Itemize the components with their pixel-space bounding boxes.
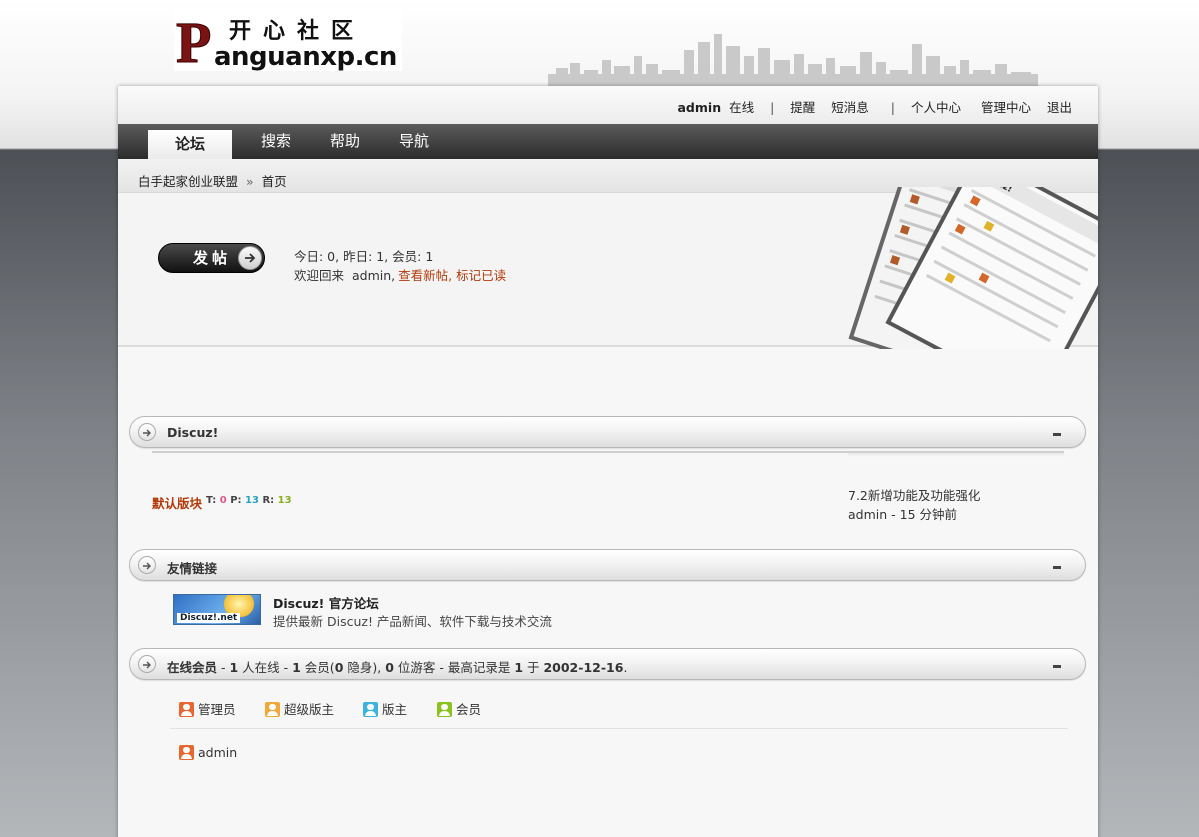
forum-overview-panel: 发帖 今日: 0, 昨日: 1, 会员: 1 欢迎回来 admin, 查看新帖, … [118, 187, 1098, 349]
comma: , [448, 268, 453, 283]
summary-number: 1 [229, 660, 239, 675]
collapse-icon[interactable] [1053, 566, 1061, 569]
main-nav: 论坛 搜索 帮助 导航 [118, 124, 1098, 159]
online-member-name[interactable]: admin [198, 745, 237, 760]
legend-label: 会员 [456, 702, 482, 717]
legend-member: 会员 [437, 699, 481, 718]
legend-label: 版主 [382, 702, 408, 717]
summary-text: . [623, 660, 628, 675]
arrow-right-icon [138, 655, 156, 673]
replies-count: 13 [277, 495, 292, 506]
new-post-label: 发帖 [193, 249, 232, 267]
forum-link-default[interactable]: 默认版块 [152, 493, 202, 512]
summary-number: 0 [385, 660, 394, 675]
profile-link[interactable]: 个人中心 [911, 100, 961, 115]
category-title[interactable]: 在线会员 [167, 660, 217, 675]
forum-stats: 今日: 0, 昨日: 1, 会员: 1 欢迎回来 admin, 查看新帖, 标记已… [294, 247, 506, 285]
collapse-icon[interactable] [1053, 433, 1061, 436]
summary-date: 2002-12-16 [543, 660, 624, 675]
summary-text: 位游客 - 最高记录是 [393, 660, 515, 675]
view-new-posts-link[interactable]: 查看新帖 [398, 268, 448, 283]
summary-text: 人在线 - [238, 660, 293, 675]
admin-center-link[interactable]: 管理中心 [981, 100, 1031, 115]
separator: | [890, 100, 895, 115]
user-toolbar: admin 在线 | 提醒 短消息 | 个人中心 管理中心 退出 [118, 86, 1098, 124]
breadcrumb-separator: » [246, 174, 254, 189]
welcome-username: admin, [352, 268, 396, 283]
friend-link-description: 提供最新 Discuz! 产品新闻、软件下载与技术交流 [273, 614, 552, 629]
category-header-links[interactable]: 友情链接 [129, 549, 1086, 581]
last-post-meta: admin - 15 分钟前 [848, 507, 958, 522]
summary-text: - [217, 660, 230, 675]
online-summary: 在线会员 - 1 人在线 - 1 会员(0 隐身), 0 位游客 - 最高记录是… [167, 657, 627, 676]
threads-count: 0 [219, 495, 227, 506]
divider [170, 728, 1068, 729]
category-title[interactable]: Discuz! [167, 425, 218, 440]
site-logo[interactable]: P 开心社区 anguanxp.cn [174, 9, 402, 71]
last-post-title-link[interactable]: 7.2新增功能及功能强化 [848, 486, 980, 505]
forum-counts: T: 0 P: 13 R: 13 [206, 495, 292, 506]
nav-tab-forum[interactable]: 论坛 [148, 130, 232, 159]
city-skyline-graphic [548, 34, 1038, 86]
friend-link-title[interactable]: Discuz! 官方论坛 [273, 593, 379, 612]
breadcrumb-site-link[interactable]: 白手起家创业联盟 [138, 174, 238, 189]
online-member-item[interactable]: admin [179, 745, 237, 760]
summary-text: 会员( [300, 660, 335, 675]
friend-link-logo-text: Discuz!.net [177, 613, 241, 623]
user-icon [265, 702, 280, 717]
welcome-prefix: 欢迎回来 [294, 268, 345, 283]
threads-label: T: [206, 495, 217, 506]
summary-text: 隐身), [343, 660, 386, 675]
logout-link[interactable]: 退出 [1047, 100, 1072, 115]
new-post-button[interactable]: 发帖 [158, 243, 265, 273]
nav-tab-help[interactable]: 帮助 [319, 124, 371, 159]
summary-text: 于 [523, 660, 544, 675]
category-header-online[interactable]: 在线会员 - 1 人在线 - 1 会员(0 隐身), 0 位游客 - 最高记录是… [129, 648, 1086, 680]
arrow-right-icon [138, 556, 156, 574]
user-icon [179, 702, 194, 717]
user-icon [363, 702, 378, 717]
svg-text:P: P [176, 10, 211, 71]
main-container: admin 在线 | 提醒 短消息 | 个人中心 管理中心 退出 论坛 搜索 帮… [118, 86, 1098, 837]
legend-label: 管理员 [198, 702, 236, 717]
svg-text:anguanxp.cn: anguanxp.cn [214, 42, 397, 71]
separator: | [770, 100, 775, 115]
svg-text:开心社区: 开心社区 [229, 18, 365, 44]
breadcrumb-current: 首页 [261, 174, 287, 189]
stats-line: 今日: 0, 昨日: 1, 会员: 1 [294, 249, 434, 264]
friend-link-logo[interactable]: Discuz!.net [173, 594, 261, 625]
arrow-right-icon [238, 246, 262, 270]
posts-label: P: [230, 495, 242, 506]
summary-number: 1 [292, 660, 301, 675]
legend-moderator: 版主 [363, 699, 407, 718]
messages-link[interactable]: 短消息 [831, 100, 869, 115]
reminders-link[interactable]: 提醒 [790, 100, 815, 115]
screenshot-collage-graphic: Discuz! [848, 187, 1098, 349]
nav-tab-navigation[interactable]: 导航 [388, 124, 440, 159]
user-icon [179, 745, 194, 760]
category-header-discuz[interactable]: Discuz! [129, 416, 1086, 448]
category-title[interactable]: 友情链接 [167, 558, 217, 577]
summary-number: 1 [514, 660, 524, 675]
legend-label: 超级版主 [284, 702, 335, 717]
replies-label: R: [262, 495, 275, 506]
nav-tab-search[interactable]: 搜索 [250, 124, 302, 159]
arrow-right-icon [138, 423, 156, 441]
posts-count: 13 [245, 495, 259, 506]
user-icon [437, 702, 452, 717]
collapse-icon[interactable] [1053, 665, 1061, 668]
username-link[interactable]: admin [678, 100, 722, 115]
divider [848, 453, 1064, 457]
legend-admin: 管理员 [179, 699, 236, 718]
mark-read-link[interactable]: 标记已读 [456, 268, 506, 283]
last-post: 7.2新增功能及功能强化 admin - 15 分钟前 [848, 486, 980, 524]
online-status-label: 在线 [729, 100, 755, 115]
legend-super-moderator: 超级版主 [265, 699, 334, 718]
